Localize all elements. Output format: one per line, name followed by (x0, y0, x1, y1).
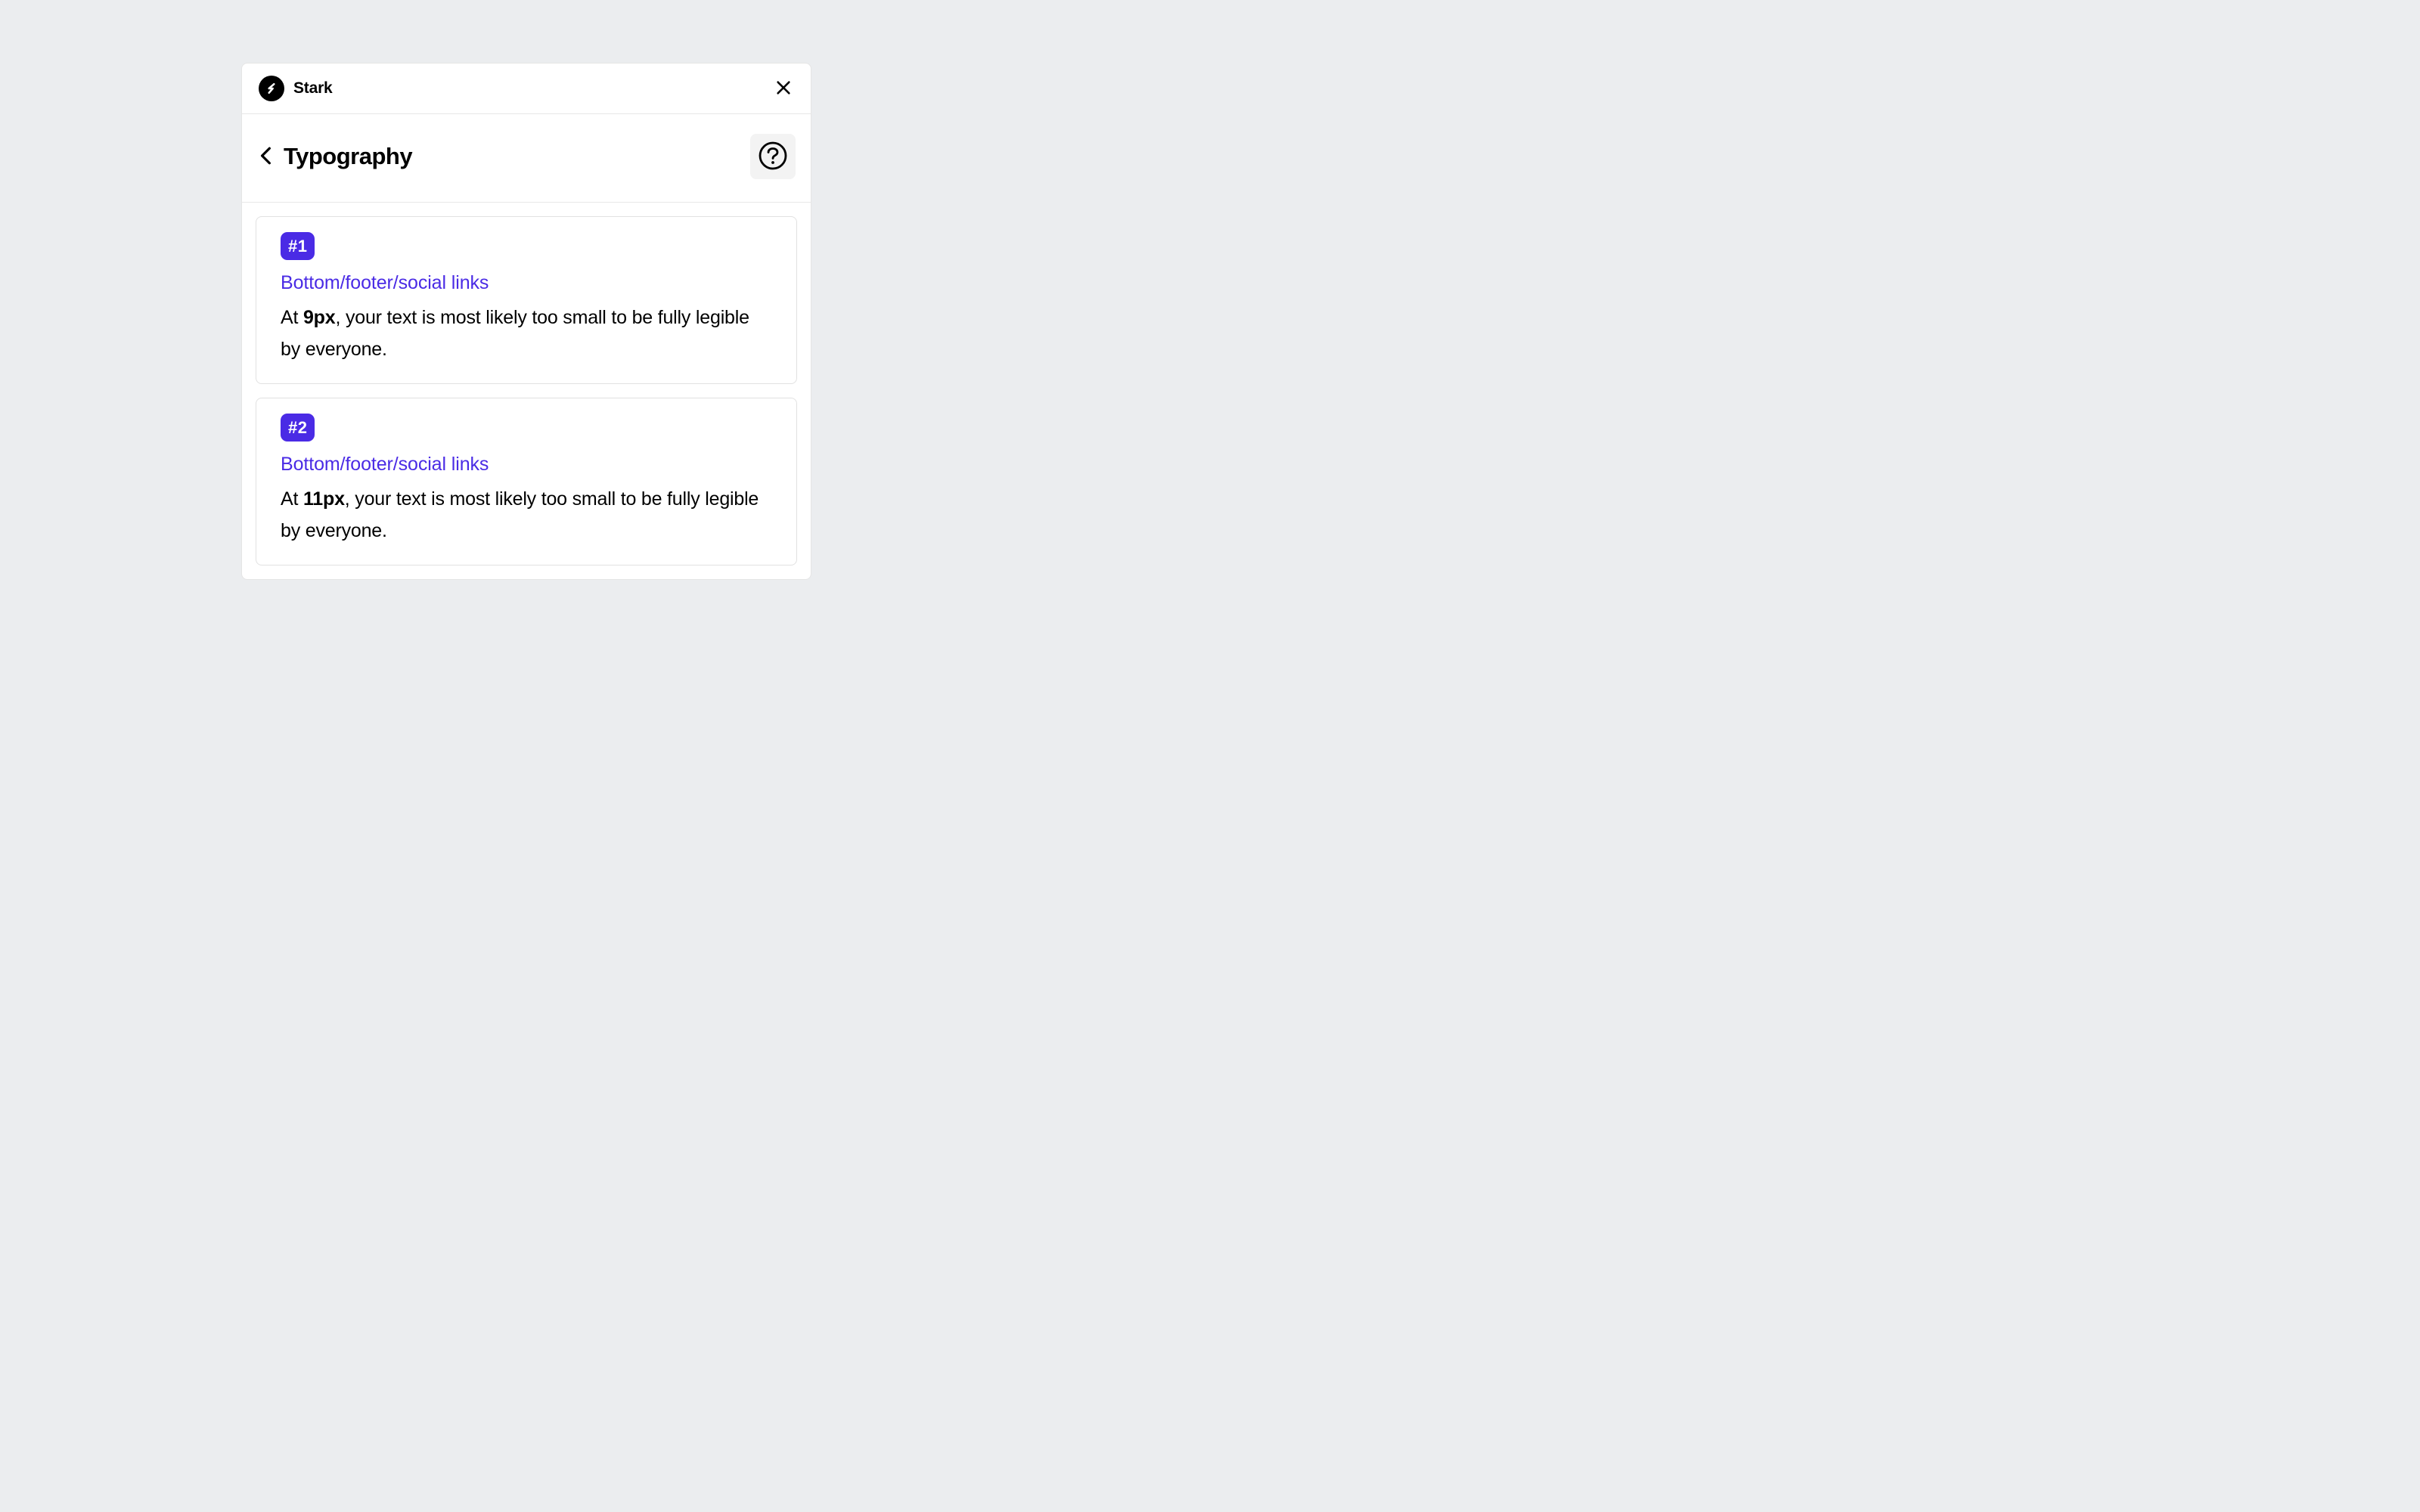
issue-path: Bottom/footer/social links (281, 272, 772, 294)
issue-desc-prefix: At (281, 488, 303, 510)
chevron-left-icon (259, 146, 273, 168)
issues-list: #1 Bottom/footer/social links At 9px, yo… (242, 203, 811, 565)
issue-desc-size: 9px (303, 307, 335, 328)
issue-desc-prefix: At (281, 307, 303, 328)
issue-badge: #1 (281, 232, 315, 260)
issue-badge: #2 (281, 414, 315, 442)
help-button[interactable] (750, 134, 796, 179)
back-button[interactable] (253, 144, 279, 169)
page-title: Typography (284, 143, 412, 170)
close-icon (775, 79, 792, 98)
issue-desc-suffix: , your text is most likely too small to … (281, 488, 759, 541)
help-icon (758, 141, 788, 173)
issue-card[interactable]: #1 Bottom/footer/social links At 9px, yo… (256, 216, 797, 384)
issue-desc-suffix: , your text is most likely too small to … (281, 307, 749, 360)
panel-header: Stark (242, 64, 811, 114)
app-name: Stark (293, 79, 333, 98)
subheader-left: Typography (253, 143, 412, 170)
issue-path: Bottom/footer/social links (281, 454, 772, 476)
close-button[interactable] (771, 76, 796, 101)
issue-desc-size: 11px (303, 488, 345, 510)
issue-description: At 9px, your text is most likely too sma… (281, 302, 772, 365)
panel-subheader: Typography (242, 114, 811, 203)
issue-description: At 11px, your text is most likely too sm… (281, 483, 772, 547)
stark-panel: Stark Typography (241, 63, 811, 580)
stark-logo-icon (259, 76, 284, 101)
issue-card[interactable]: #2 Bottom/footer/social links At 11px, y… (256, 398, 797, 565)
header-left: Stark (259, 76, 333, 101)
